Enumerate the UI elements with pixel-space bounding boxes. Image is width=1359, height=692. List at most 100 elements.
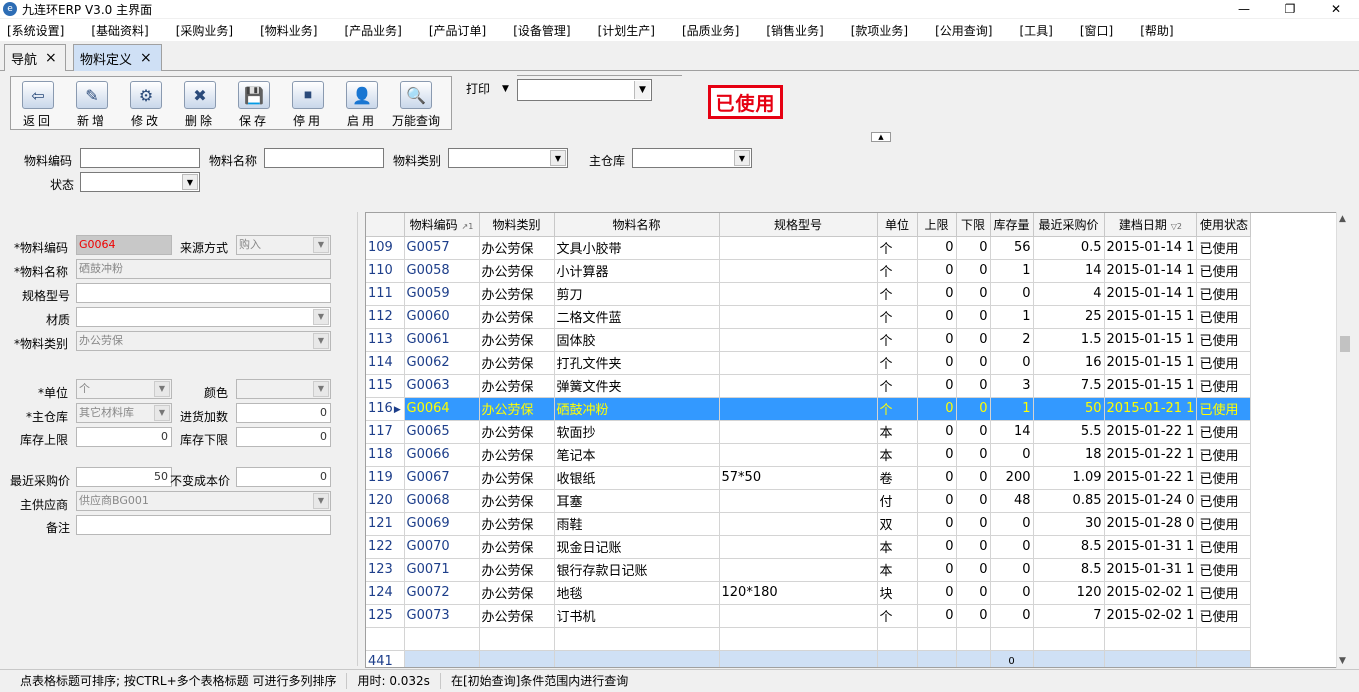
- menu-item[interactable]: [窗口]: [1080, 22, 1113, 39]
- table-cell-spec[interactable]: [719, 259, 878, 283]
- table-cell-min[interactable]: 0: [956, 604, 991, 628]
- table-cell-cat[interactable]: 办公劳保: [479, 282, 555, 306]
- toolbar-button[interactable]: 🔍 万能查询: [389, 77, 443, 129]
- table-cell-stock[interactable]: 56: [990, 236, 1034, 260]
- table-cell-stock[interactable]: 0: [990, 558, 1034, 582]
- table-cell-date[interactable]: 2015-02-02 1: [1104, 604, 1198, 628]
- table-cell-date[interactable]: 2015-01-31 1: [1104, 535, 1198, 559]
- menu-item[interactable]: [设备管理]: [513, 22, 570, 39]
- table-cell-min[interactable]: 0: [956, 259, 991, 283]
- toolbar-button[interactable]: ✎ 新增: [65, 77, 119, 129]
- table-row[interactable]: 111 G0059 办公劳保 剪刀个 0 0 0 4 2015-01-14 1 已使用: [366, 282, 1252, 306]
- table-cell-cat[interactable]: 办公劳保: [479, 535, 555, 559]
- table-cell-status[interactable]: 已使用: [1196, 351, 1252, 375]
- table-cell-code[interactable]: G0073: [404, 604, 480, 628]
- table-cell-cat[interactable]: 办公劳保: [479, 604, 555, 628]
- chevron-down-icon[interactable]: ▼: [182, 174, 198, 190]
- table-cell-unit[interactable]: 卷: [877, 466, 918, 490]
- table-cell-date[interactable]: 2015-01-15 1: [1104, 305, 1198, 329]
- table-cell-stock[interactable]: 1: [990, 305, 1034, 329]
- table-cell-max[interactable]: 0: [917, 604, 957, 628]
- table-cell-spec[interactable]: [719, 558, 878, 582]
- search-category-select[interactable]: ▼: [448, 148, 568, 168]
- chevron-down-icon[interactable]: ▼: [313, 493, 329, 509]
- table-row[interactable]: 125 G0073 办公劳保 订书机个 0 0 0 7 2015-02-02 1 已使用: [366, 604, 1252, 628]
- table-cell-price[interactable]: 4: [1033, 282, 1105, 306]
- table-cell-spec[interactable]: [719, 604, 878, 628]
- table-row[interactable]: 123 G0071 办公劳保 银行存款日记账本 0 0 0 8.5 2015-01-31 1 已使…: [366, 558, 1252, 582]
- table-cell-status[interactable]: 已使用: [1196, 282, 1252, 306]
- table-cell-code[interactable]: G0068: [404, 489, 480, 513]
- column-header-unit[interactable]: 单位: [877, 213, 918, 237]
- dropdown-arrow-icon[interactable]: ▼: [502, 84, 509, 94]
- table-cell-stock[interactable]: 2: [990, 328, 1034, 352]
- chevron-down-icon[interactable]: ▼: [734, 150, 750, 166]
- table-cell-stock[interactable]: 1: [990, 397, 1034, 421]
- table-cell-unit[interactable]: 付: [877, 489, 918, 513]
- table-cell-cat[interactable]: 办公劳保: [479, 581, 555, 605]
- table-cell-code[interactable]: G0060: [404, 305, 480, 329]
- column-header-category[interactable]: 物料类别: [479, 213, 555, 237]
- table-cell-date[interactable]: 2015-01-31 1: [1104, 558, 1198, 582]
- menu-item[interactable]: [工具]: [1020, 22, 1053, 39]
- table-cell-stock[interactable]: 0: [990, 443, 1034, 467]
- table-cell-stock[interactable]: 0: [990, 282, 1034, 306]
- fixed-cost-field[interactable]: 0: [236, 467, 331, 487]
- table-cell-spec[interactable]: [719, 351, 878, 375]
- table-cell-cat[interactable]: 办公劳保: [479, 397, 555, 421]
- table-cell-max[interactable]: 0: [917, 558, 957, 582]
- column-header-name[interactable]: 物料名称: [554, 213, 720, 237]
- chevron-down-icon[interactable]: ▼: [154, 381, 170, 397]
- table-cell-spec[interactable]: [719, 328, 878, 352]
- scroll-down-icon[interactable]: ▼: [1339, 656, 1346, 666]
- table-cell-unit[interactable]: 个: [877, 236, 918, 260]
- table-cell-stock[interactable]: 0: [990, 581, 1034, 605]
- table-cell-max[interactable]: 0: [917, 443, 957, 467]
- search-warehouse-select[interactable]: ▼: [632, 148, 752, 168]
- table-cell-max[interactable]: 0: [917, 512, 957, 536]
- table-cell-code[interactable]: G0072: [404, 581, 480, 605]
- table-cell-status[interactable]: 已使用: [1196, 328, 1252, 352]
- collapse-panel-button[interactable]: ▲: [871, 132, 891, 142]
- table-row[interactable]: 116▶ G0064 办公劳保 硒鼓冲粉个 0 0 1 50 2015-01-21 1 已使用: [366, 397, 1252, 421]
- table-cell-spec[interactable]: [719, 305, 878, 329]
- table-cell-max[interactable]: 0: [917, 374, 957, 398]
- table-cell-status[interactable]: 已使用: [1196, 420, 1252, 444]
- table-cell-status[interactable]: 已使用: [1196, 489, 1252, 513]
- print-control[interactable]: 打印 ▼: [466, 80, 509, 97]
- name-field[interactable]: 硒鼓冲粉: [76, 259, 331, 279]
- table-row[interactable]: 115 G0063 办公劳保 弹簧文件夹个 0 0 3 7.5 2015-01-15 1 已使用: [366, 374, 1252, 398]
- table-cell-min[interactable]: 0: [956, 282, 991, 306]
- source-select[interactable]: 购入 ▼: [236, 235, 331, 255]
- table-cell-spec[interactable]: 120*180: [719, 581, 878, 605]
- table-cell-unit[interactable]: 块: [877, 581, 918, 605]
- toolbar-button[interactable]: ⇦ 返回: [11, 77, 65, 129]
- table-cell-price[interactable]: 30: [1033, 512, 1105, 536]
- table-cell-min[interactable]: 0: [956, 374, 991, 398]
- table-cell-code[interactable]: G0065: [404, 420, 480, 444]
- table-cell-min[interactable]: 0: [956, 305, 991, 329]
- color-select[interactable]: ▼: [236, 379, 331, 399]
- scroll-up-icon[interactable]: ▲: [1339, 214, 1346, 224]
- table-cell-cat[interactable]: 办公劳保: [479, 558, 555, 582]
- table-cell-name[interactable]: 硒鼓冲粉: [554, 397, 720, 421]
- table-cell-unit[interactable]: 本: [877, 558, 918, 582]
- warehouse-select[interactable]: 其它材料库 ▼: [76, 403, 172, 423]
- supplier-select[interactable]: 供应商BG001 ▼: [76, 491, 331, 511]
- table-cell-unit[interactable]: 本: [877, 535, 918, 559]
- table-cell-name[interactable]: 小计算器: [554, 259, 720, 283]
- table-cell-price[interactable]: 7.5: [1033, 374, 1105, 398]
- table-cell-code[interactable]: G0061: [404, 328, 480, 352]
- table-cell-price[interactable]: 8.5: [1033, 535, 1105, 559]
- table-cell-spec[interactable]: [719, 489, 878, 513]
- print-template-select[interactable]: ▼: [517, 79, 652, 101]
- table-cell-min[interactable]: 0: [956, 535, 991, 559]
- table-cell-price[interactable]: 8.5: [1033, 558, 1105, 582]
- table-cell-price[interactable]: 0.85: [1033, 489, 1105, 513]
- table-row[interactable]: 114 G0062 办公劳保 打孔文件夹个 0 0 0 16 2015-01-15 1 已使用: [366, 351, 1252, 375]
- column-header-date[interactable]: 建档日期 ▽2: [1104, 213, 1198, 237]
- table-cell-name[interactable]: 现金日记账: [554, 535, 720, 559]
- menu-item[interactable]: [采购业务]: [176, 22, 233, 39]
- table-cell-stock[interactable]: 1: [990, 259, 1034, 283]
- table-cell-spec[interactable]: [719, 282, 878, 306]
